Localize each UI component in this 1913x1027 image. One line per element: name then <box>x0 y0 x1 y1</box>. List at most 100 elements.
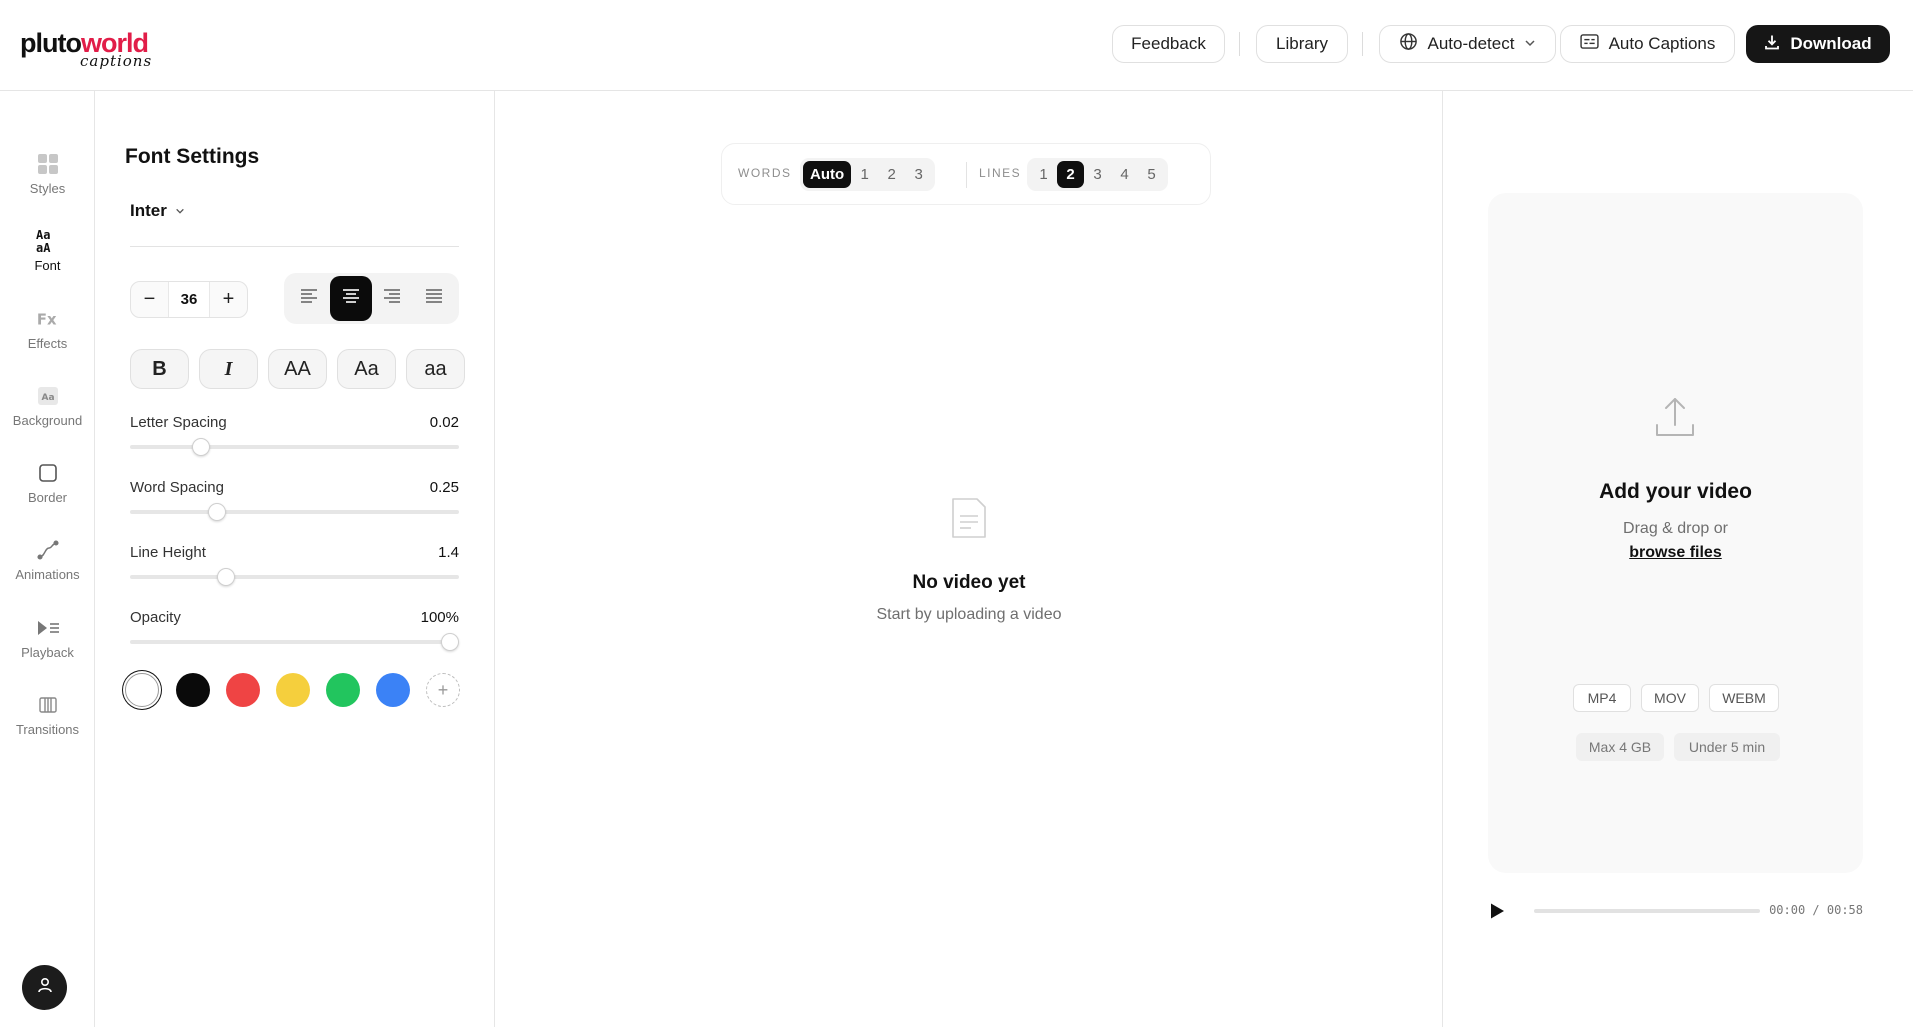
video-dropzone[interactable]: Add your video Drag & drop or browse fil… <box>1488 193 1863 873</box>
slider-track[interactable] <box>130 445 459 449</box>
font-family-select[interactable]: Inter <box>130 201 185 221</box>
words-option-1[interactable]: 1 <box>851 161 878 188</box>
align-justify-icon <box>425 288 443 309</box>
words-option-auto[interactable]: Auto <box>803 161 852 188</box>
user-avatar-button[interactable] <box>22 965 67 1010</box>
header-divider <box>1239 32 1240 56</box>
brand-tagline: captions <box>80 52 153 70</box>
svg-text:aA: aA <box>36 241 51 255</box>
empty-state-subtitle: Start by uploading a video <box>876 606 1062 623</box>
slider-track[interactable] <box>130 640 459 644</box>
slider-thumb[interactable] <box>441 633 459 651</box>
playback-time: 00:00 / 00:58 <box>1769 903 1863 917</box>
words-option-2[interactable]: 2 <box>878 161 905 188</box>
increase-size-button[interactable]: + <box>210 282 247 317</box>
words-option-3[interactable]: 3 <box>905 161 932 188</box>
color-swatch-blue[interactable] <box>376 673 410 707</box>
rail-label: Transitions <box>15 722 80 737</box>
playback-progress-bar[interactable] <box>1534 909 1760 913</box>
lowercase-button[interactable]: aa <box>406 349 465 389</box>
divider <box>966 162 967 188</box>
lines-option-4[interactable]: 4 <box>1111 161 1138 188</box>
words-selector: Auto 1 2 3 <box>800 158 936 191</box>
rail-item-effects[interactable]: Fx Effects <box>0 306 95 368</box>
align-center-button[interactable] <box>329 276 372 321</box>
play-button[interactable] <box>1488 902 1506 920</box>
styles-grid-icon <box>36 151 60 177</box>
color-swatch-white[interactable] <box>125 673 159 707</box>
color-swatch-yellow[interactable] <box>276 673 310 707</box>
upload-subtitle: Drag & drop or <box>1623 520 1728 537</box>
background-icon: Aa <box>36 383 60 409</box>
slider-track[interactable] <box>130 575 459 579</box>
rail-item-animations[interactable]: Animations <box>0 537 95 599</box>
rail-item-playback[interactable]: Playback <box>0 615 95 677</box>
format-badge: MOV <box>1641 684 1699 712</box>
feedback-button[interactable]: Feedback <box>1112 25 1225 63</box>
opacity-slider: Opacity 100% <box>130 609 459 651</box>
lines-option-2[interactable]: 2 <box>1057 161 1084 188</box>
align-left-button[interactable] <box>288 276 330 321</box>
lines-option-5[interactable]: 5 <box>1138 161 1165 188</box>
font-size-value[interactable]: 36 <box>168 282 210 317</box>
slider-track[interactable] <box>130 510 459 514</box>
align-right-button[interactable] <box>372 276 414 321</box>
language-label: Auto-detect <box>1427 34 1515 53</box>
color-swatch-green[interactable] <box>326 673 360 707</box>
slider-thumb[interactable] <box>192 438 210 456</box>
download-button[interactable]: Download <box>1746 25 1890 63</box>
uppercase-button[interactable]: AA <box>268 349 327 389</box>
lines-selector: 1 2 3 4 5 <box>1027 158 1168 191</box>
brand-logo[interactable]: plutoworld captions <box>20 28 155 74</box>
browse-files-link[interactable]: browse files <box>1488 544 1863 562</box>
animations-icon <box>36 537 60 563</box>
preview-area: WORDS Auto 1 2 3 LINES 1 2 3 4 5 No vide… <box>495 91 1443 1027</box>
divider <box>130 246 459 247</box>
capitalize-button[interactable]: Aa <box>337 349 396 389</box>
bold-button[interactable]: B <box>130 349 189 389</box>
lines-option-3[interactable]: 3 <box>1084 161 1111 188</box>
rail-item-background[interactable]: Aa Background <box>0 383 95 445</box>
rail-item-transitions[interactable]: Transitions <box>0 692 95 754</box>
line-height-slider: Line Height 1.4 <box>130 544 459 586</box>
slider-thumb[interactable] <box>217 568 235 586</box>
lines-option-1[interactable]: 1 <box>1030 161 1057 188</box>
rail-item-font[interactable]: Aa aA Font <box>0 228 95 290</box>
auto-captions-label: Auto Captions <box>1608 34 1716 53</box>
upload-icon <box>1652 395 1698 441</box>
language-select[interactable]: Auto-detect <box>1379 25 1556 63</box>
color-swatch-black[interactable] <box>176 673 210 707</box>
color-swatch-red[interactable] <box>226 673 260 707</box>
slider-label: Line Height <box>130 544 206 561</box>
align-justify-button[interactable] <box>413 276 455 321</box>
rail-item-styles[interactable]: Styles <box>0 151 95 213</box>
slider-thumb[interactable] <box>208 503 226 521</box>
user-icon <box>36 976 54 999</box>
play-icon <box>1488 903 1506 924</box>
font-size-stepper: − 36 + <box>130 281 248 318</box>
lines-label: LINES <box>979 166 1022 180</box>
slider-label: Word Spacing <box>130 479 224 496</box>
feedback-label: Feedback <box>1131 34 1206 53</box>
font-settings-panel: Font Settings Inter − 36 + B I AA Aa aa … <box>95 91 495 1027</box>
slider-value: 0.02 <box>429 414 459 431</box>
slider-label: Letter Spacing <box>130 414 227 431</box>
library-button[interactable]: Library <box>1256 25 1348 63</box>
align-left-icon <box>300 288 318 309</box>
add-color-button[interactable]: + <box>426 673 460 707</box>
word-spacing-slider: Word Spacing 0.25 <box>130 479 459 521</box>
auto-captions-button[interactable]: Auto Captions <box>1560 25 1735 63</box>
limit-badge: Max 4 GB <box>1576 733 1664 761</box>
upload-title: Add your video <box>1599 480 1752 503</box>
words-label: WORDS <box>738 166 792 180</box>
globe-icon <box>1399 32 1418 56</box>
slider-label: Opacity <box>130 609 181 626</box>
format-badge: MP4 <box>1573 684 1631 712</box>
align-right-icon <box>383 288 401 309</box>
decrease-size-button[interactable]: − <box>131 282 168 317</box>
rail-item-border[interactable]: Border <box>0 460 95 522</box>
video-player-controls: 00:00 / 00:58 <box>1488 896 1863 926</box>
upload-panel: Add your video Drag & drop or browse fil… <box>1443 91 1913 1027</box>
italic-button[interactable]: I <box>199 349 258 389</box>
slider-value: 1.4 <box>438 544 459 561</box>
